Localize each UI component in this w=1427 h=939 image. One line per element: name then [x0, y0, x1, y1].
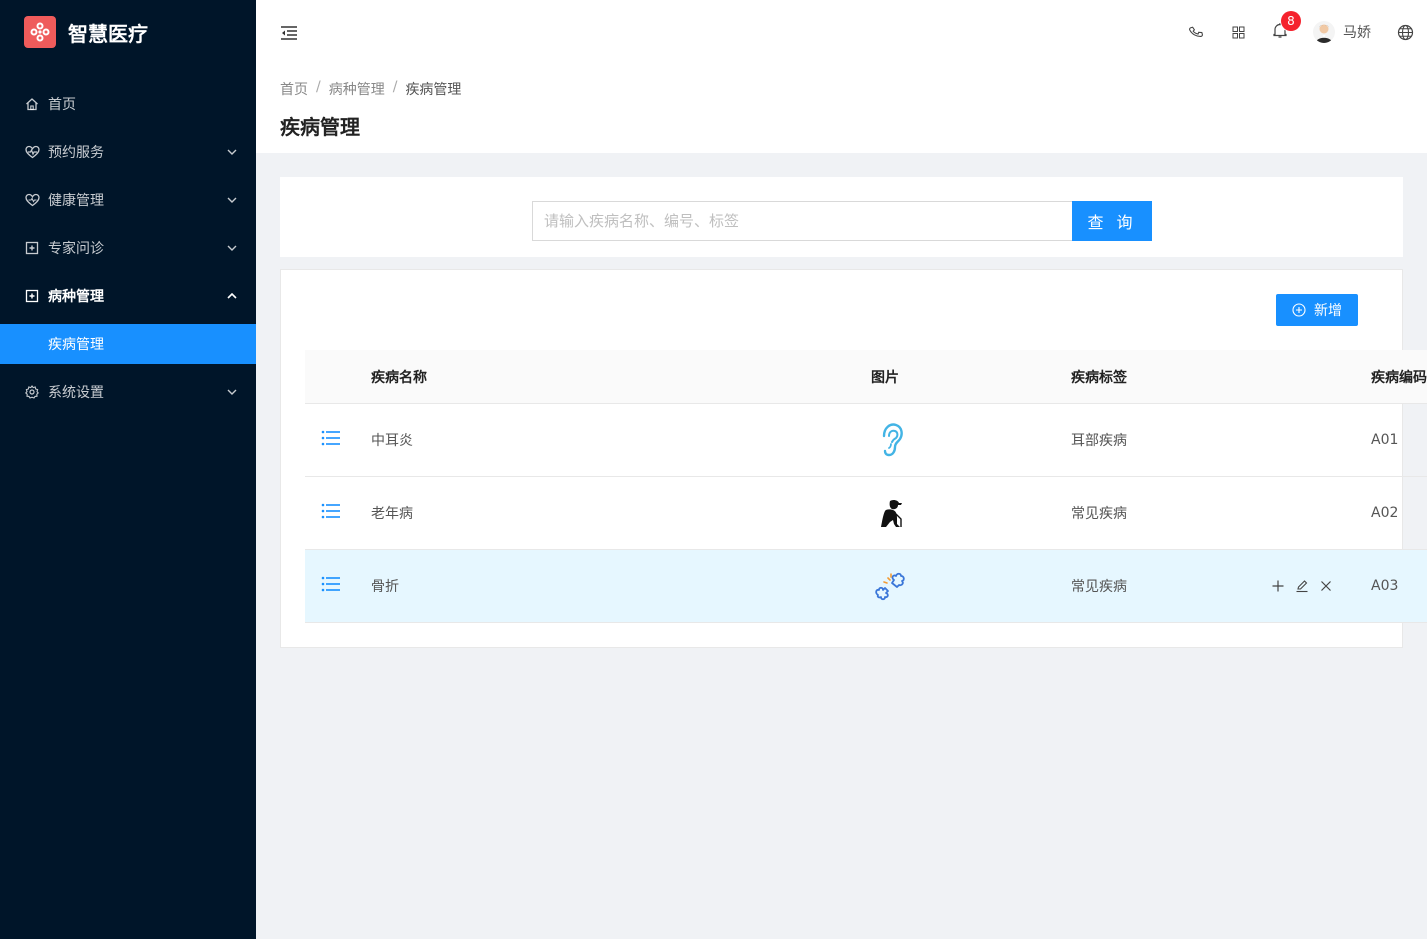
sidebar-item-settings[interactable]: 系统设置	[0, 368, 256, 416]
elderly-person-icon	[871, 493, 911, 533]
breadcrumb-current: 疾病管理	[405, 82, 462, 98]
close-icon[interactable]	[1319, 579, 1333, 593]
add-button-label: 新增	[1314, 303, 1342, 319]
column-header-tag: 疾病标签	[1071, 369, 1127, 386]
page-header: 首页 / 病种管理 / 疾病管理 疾病管理	[256, 64, 1427, 153]
table-card: 新增 疾病名称 图片 疾病标签 疾病编码 中耳炎 耳部疾病 A01 老年病 常见…	[280, 269, 1427, 648]
breadcrumb-separator: /	[316, 79, 321, 95]
apps-grid-icon[interactable]	[1217, 0, 1259, 64]
drag-handle[interactable]	[305, 503, 371, 523]
avatar	[1313, 21, 1335, 43]
search-card: 查 询	[280, 177, 1403, 257]
list-icon	[321, 503, 341, 523]
app-title: 智慧医疗	[68, 21, 148, 46]
sidebar-menu: 首页 预约服务 健康管理 专家问诊 病种管理 疾病管理 系统设置	[0, 80, 256, 416]
medical-box-icon	[24, 240, 40, 256]
ear-icon	[871, 420, 911, 460]
user-menu[interactable]: 马娇	[1301, 0, 1383, 64]
sidebar-item-appointment[interactable]: 预约服务	[0, 128, 256, 176]
plus-circle-icon	[1292, 303, 1306, 317]
heart-pulse-icon	[24, 144, 40, 160]
sidebar-item-disease-management[interactable]: 疾病管理	[0, 324, 256, 364]
disease-image-cell	[871, 420, 1071, 460]
disease-tag: 常见疾病	[1071, 579, 1127, 595]
sidebar-item-label: 健康管理	[48, 193, 104, 209]
notification-bell[interactable]: 8	[1259, 0, 1301, 64]
row-actions	[1271, 579, 1371, 593]
chevron-up-icon	[226, 290, 238, 302]
sidebar: 智慧医疗 首页 预约服务 健康管理 专家问诊 病种管理 疾病管理 系统设置	[0, 0, 256, 939]
disease-name: 骨折	[371, 579, 399, 595]
sidebar-item-disease-category[interactable]: 病种管理	[0, 272, 256, 320]
add-button[interactable]: 新增	[1276, 294, 1358, 326]
drag-handle[interactable]	[305, 576, 371, 596]
breadcrumb-separator: /	[392, 79, 398, 95]
globe-icon[interactable]	[1383, 0, 1427, 64]
edit-icon[interactable]	[1295, 579, 1309, 593]
disease-tag: 常见疾病	[1071, 506, 1127, 522]
gear-icon	[24, 384, 40, 400]
search-button[interactable]: 查 询	[1072, 201, 1152, 241]
header-actions: 8 马娇	[1175, 0, 1427, 64]
sidebar-item-consultation[interactable]: 专家问诊	[0, 224, 256, 272]
list-icon	[321, 576, 341, 596]
disease-tag: 耳部疾病	[1071, 433, 1127, 449]
table-row[interactable]: 中耳炎 耳部疾病 A01	[305, 404, 1427, 477]
sidebar-item-label: 首页	[48, 97, 76, 113]
chevron-down-icon	[226, 146, 238, 158]
sidebar-item-health[interactable]: 健康管理	[0, 176, 256, 224]
logo[interactable]: 智慧医疗	[0, 0, 256, 64]
broken-bone-icon	[871, 566, 911, 606]
sidebar-item-label: 专家问诊	[48, 241, 104, 257]
column-header-name: 疾病名称	[371, 369, 427, 386]
chevron-down-icon	[226, 242, 238, 254]
medical-box-icon	[24, 288, 40, 304]
disease-table: 疾病名称 图片 疾病标签 疾病编码 中耳炎 耳部疾病 A01 老年病 常见疾病 …	[305, 350, 1427, 623]
menu-fold-icon[interactable]	[280, 24, 298, 42]
heart-icon	[24, 192, 40, 208]
chevron-down-icon	[226, 386, 238, 398]
breadcrumb: 首页 / 病种管理 / 疾病管理	[280, 79, 1403, 99]
drag-handle[interactable]	[305, 430, 371, 450]
table-header: 疾病名称 图片 疾病标签 疾病编码	[305, 350, 1427, 404]
sidebar-item-label: 预约服务	[48, 145, 104, 161]
phone-icon[interactable]	[1175, 0, 1217, 64]
disease-image-cell	[871, 493, 1071, 533]
notification-badge: 8	[1281, 11, 1301, 31]
disease-code: A01	[1371, 432, 1399, 448]
disease-code: A02	[1371, 505, 1399, 521]
breadcrumb-disease-category[interactable]: 病种管理	[329, 79, 385, 99]
logo-icon	[24, 16, 56, 48]
disease-code: A03	[1371, 578, 1399, 594]
sidebar-item-label: 疾病管理	[48, 337, 104, 353]
chevron-down-icon	[226, 194, 238, 206]
disease-name: 老年病	[371, 506, 413, 522]
disease-image-cell	[871, 566, 1071, 606]
user-name: 马娇	[1343, 25, 1371, 41]
table-row[interactable]: 骨折 常见疾病 A03	[305, 550, 1427, 623]
sidebar-item-home[interactable]: 首页	[0, 80, 256, 128]
add-icon[interactable]	[1271, 579, 1285, 593]
top-header: 8 马娇	[256, 0, 1427, 64]
home-icon	[24, 96, 40, 112]
column-header-code: 疾病编码	[1371, 369, 1427, 386]
disease-name: 中耳炎	[371, 433, 413, 449]
column-header-image: 图片	[871, 369, 899, 386]
table-row[interactable]: 老年病 常见疾病 A02	[305, 477, 1427, 550]
sidebar-item-label: 病种管理	[48, 289, 104, 305]
breadcrumb-home[interactable]: 首页	[280, 79, 308, 99]
sidebar-item-label: 系统设置	[48, 385, 104, 401]
search-input[interactable]	[532, 201, 1072, 241]
list-icon	[321, 430, 341, 450]
page-title: 疾病管理	[280, 115, 360, 139]
